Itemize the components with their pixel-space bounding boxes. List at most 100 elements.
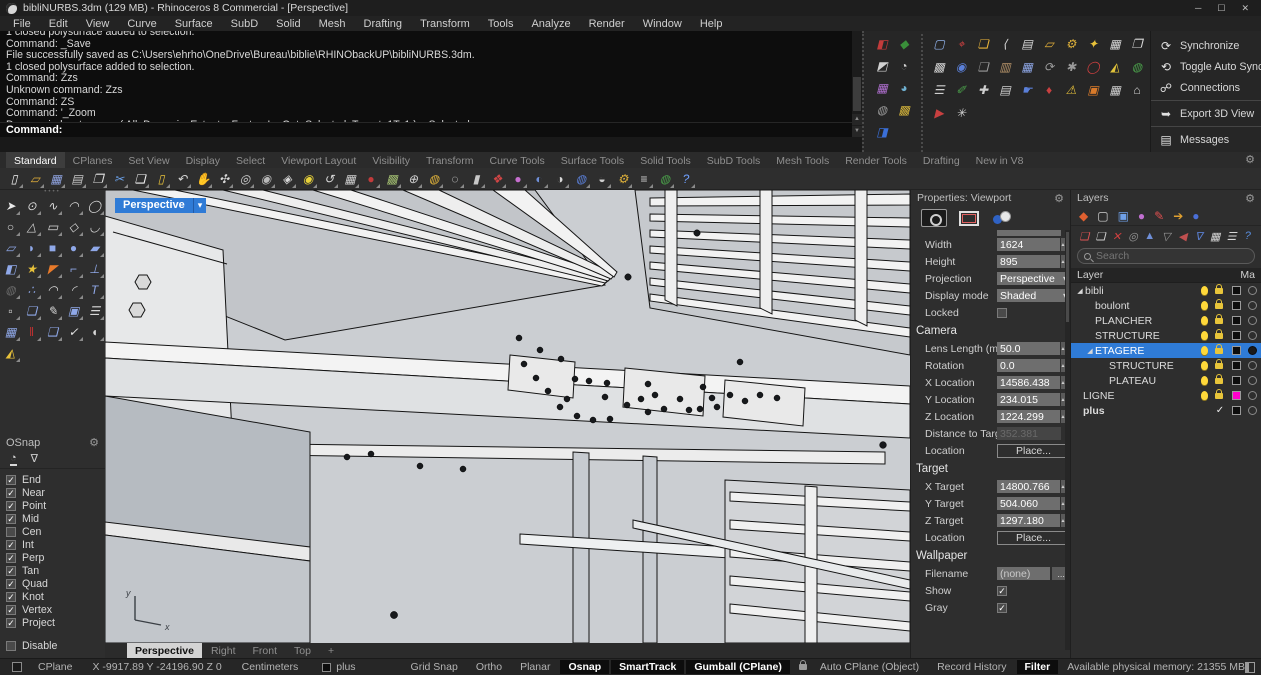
filter-toggle[interactable]: Filter <box>1017 660 1059 674</box>
toolbar-tab[interactable]: New in V8 <box>968 152 1032 168</box>
layer-row[interactable]: PLANCHER <box>1071 313 1261 328</box>
material-circle[interactable] <box>1248 361 1257 370</box>
x-location-input[interactable]: 14586.438 <box>997 376 1060 389</box>
tool-icon[interactable]: ▢ <box>929 34 949 54</box>
checkbox[interactable] <box>6 540 16 550</box>
layer-tool-icon[interactable]: ∇ <box>1194 229 1204 243</box>
tool-icon[interactable]: ● <box>508 169 528 189</box>
chevron-down-icon[interactable]: ▾ <box>193 198 207 213</box>
column-layer[interactable]: Layer <box>1077 269 1103 281</box>
wallpaper-show-checkbox[interactable] <box>997 586 1007 596</box>
tool-icon[interactable]: ◠ <box>43 280 63 300</box>
tool-icon[interactable]: ∴ <box>22 280 42 300</box>
menu-item[interactable]: Transform <box>411 18 479 30</box>
layer-tool-icon[interactable]: ▲ <box>1144 229 1155 243</box>
tool-icon[interactable]: ◌ <box>445 169 465 189</box>
layer-row[interactable]: STRUCTURE <box>1071 328 1261 343</box>
tool-icon[interactable]: ✦ <box>1083 34 1103 54</box>
tool-icon[interactable]: ◇ <box>64 217 84 237</box>
scroll-up-icon[interactable]: ▲ <box>852 114 862 125</box>
layer-tool-icon[interactable]: ☰ <box>1226 229 1236 243</box>
material-circle[interactable] <box>1248 406 1257 415</box>
osnap-option[interactable]: Quad <box>6 577 105 590</box>
tool-icon[interactable]: ✚ <box>973 80 993 100</box>
lock-icon[interactable] <box>1215 318 1223 324</box>
panel-tab-icon[interactable]: ● <box>1138 209 1145 223</box>
tool-icon[interactable]: ✱ <box>1061 57 1081 77</box>
tool-icon[interactable]: ⊙ <box>22 196 42 216</box>
tool-icon[interactable]: ▤ <box>995 80 1015 100</box>
tool-icon[interactable]: ❏ <box>22 301 42 321</box>
tool-icon[interactable]: ◍ <box>655 169 675 189</box>
tool-icon[interactable]: ▶ <box>929 103 949 123</box>
bulb-icon[interactable] <box>1201 376 1208 385</box>
bulb-icon[interactable] <box>1201 316 1208 325</box>
sync-panel-button[interactable]: ☍ Connections <box>1151 77 1261 98</box>
tool-icon[interactable]: ⌖ <box>951 34 971 54</box>
x-target-input[interactable]: 14800.766 <box>997 480 1060 493</box>
minimize-button[interactable]: ─ <box>1195 3 1201 14</box>
tool-icon[interactable]: ◉ <box>298 169 318 189</box>
tool-icon[interactable]: ❑ <box>973 57 993 77</box>
tool-icon[interactable]: ⌂ <box>1127 80 1147 100</box>
tool-icon[interactable]: ⟳ <box>1039 57 1059 77</box>
layer-row[interactable]: boulont <box>1071 298 1261 313</box>
wallpaper-gray-checkbox[interactable] <box>997 603 1007 613</box>
tool-icon[interactable]: ❐ <box>1127 34 1147 54</box>
bulb-icon[interactable] <box>1201 286 1208 295</box>
tool-icon[interactable]: ▯ <box>4 169 24 189</box>
osnap-option[interactable]: Perp <box>6 551 105 564</box>
osnap-option[interactable]: Near <box>6 486 105 499</box>
layer-tool-icon[interactable]: ▽ <box>1161 229 1171 243</box>
lock-icon[interactable] <box>1215 348 1223 354</box>
layer-color-swatch[interactable] <box>1232 376 1241 385</box>
tool-icon[interactable]: ◍ <box>571 169 591 189</box>
y-target-input[interactable]: 504.060 <box>997 497 1060 510</box>
viewport-tab[interactable]: Front <box>244 643 285 658</box>
layer-row[interactable]: PLATEAU <box>1071 373 1261 388</box>
viewport-tab[interactable]: Top <box>286 643 319 658</box>
tool-icon[interactable]: ◕ <box>894 78 914 98</box>
tool-icon[interactable]: ◗ <box>22 238 42 258</box>
tool-icon[interactable]: ▣ <box>64 301 84 321</box>
menu-item[interactable]: Help <box>691 18 732 30</box>
properties-scrollbar[interactable] <box>1065 230 1070 650</box>
layer-tool-icon[interactable]: ? <box>1243 229 1253 243</box>
lock-icon[interactable] <box>1215 393 1223 399</box>
tool-icon[interactable]: ☰ <box>929 80 949 100</box>
checkbox[interactable] <box>6 514 16 524</box>
tool-icon[interactable]: ✳ <box>951 103 971 123</box>
checkbox[interactable] <box>6 618 16 628</box>
menu-item[interactable]: Analyze <box>522 18 579 30</box>
osnap-option[interactable]: Point <box>6 499 105 512</box>
toolbar-tab[interactable]: Solid Tools <box>632 152 699 168</box>
menu-item[interactable]: Window <box>634 18 691 30</box>
viewport-title-label[interactable]: Perspective <box>115 198 193 213</box>
toolbar-tab[interactable]: Visibility <box>364 152 418 168</box>
rotation-input[interactable]: 0.0 <box>997 359 1060 372</box>
locked-checkbox[interactable] <box>997 308 1007 318</box>
tool-icon[interactable]: ❖ <box>487 169 507 189</box>
active-layer-swatch[interactable] <box>322 663 331 672</box>
lock-icon[interactable] <box>1215 303 1223 309</box>
tool-icon[interactable]: △ <box>22 217 42 237</box>
tool-icon[interactable]: ⚠ <box>1061 80 1081 100</box>
tool-icon[interactable]: ◯ <box>85 196 105 216</box>
tool-icon[interactable]: ❑ <box>130 169 150 189</box>
layer-color-swatch[interactable] <box>1232 331 1241 340</box>
material-circle[interactable] <box>1248 286 1257 295</box>
maximize-button[interactable]: ☐ <box>1217 3 1225 14</box>
tool-icon[interactable]: ▱ <box>1 238 21 258</box>
checkbox[interactable] <box>6 553 16 563</box>
osnap-option[interactable]: Project <box>6 616 105 629</box>
osnap-option[interactable]: Vertex <box>6 603 105 616</box>
menu-item[interactable]: Surface <box>166 18 222 30</box>
tool-icon[interactable]: ❏ <box>973 34 993 54</box>
status-toggle[interactable]: SmartTrack <box>611 660 684 674</box>
tool-icon[interactable]: ◤ <box>43 259 63 279</box>
auto-cplane-toggle[interactable]: Auto CPlane (Object) <box>812 660 927 674</box>
search-input[interactable] <box>1096 250 1216 262</box>
checkbox[interactable] <box>6 527 16 537</box>
material-circle[interactable] <box>1248 316 1257 325</box>
checkbox[interactable] <box>6 592 16 602</box>
